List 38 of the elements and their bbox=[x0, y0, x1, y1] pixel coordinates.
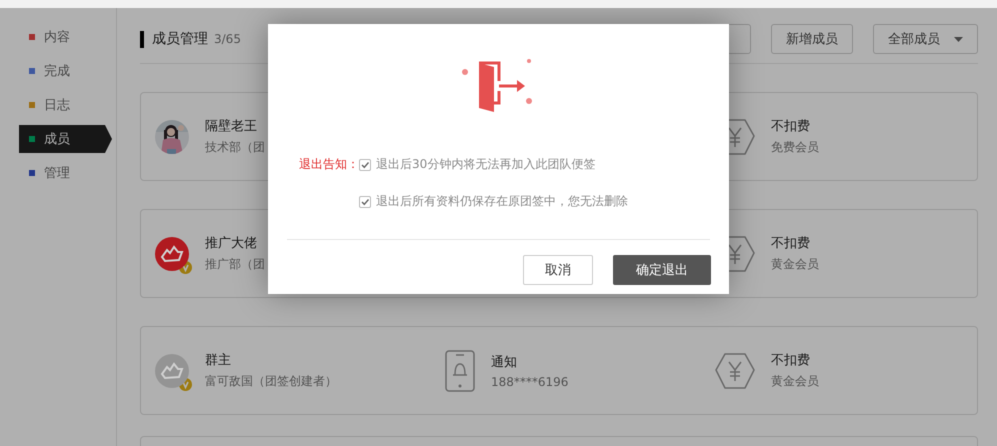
notice-label: 退出告知： bbox=[299, 156, 359, 173]
member-department: 推广部（团 bbox=[205, 256, 265, 273]
title-marker bbox=[140, 30, 144, 48]
sidebar-item[interactable]: 日志 bbox=[19, 91, 105, 119]
membership-label: 免费会员 bbox=[771, 139, 819, 156]
phone-number: 188****6196 bbox=[491, 374, 568, 388]
sidebar-label: 成员 bbox=[44, 131, 70, 148]
caret-icon bbox=[954, 36, 963, 42]
fee-label: 不扣费 bbox=[771, 235, 811, 252]
contact-label: 通知 bbox=[491, 354, 518, 370]
member-department: 富可敌国（团签创建者） bbox=[205, 373, 337, 390]
member-department: 技术部（团 bbox=[205, 139, 265, 156]
member-count: 3/65 bbox=[214, 32, 241, 46]
notice-text: 退出后所有资料仍保存在原团签中，您无法删除 bbox=[376, 193, 628, 210]
page-title: 成员管理 bbox=[152, 30, 208, 48]
notice-text: 退出后30分钟内将无法再加入此团队便签 bbox=[376, 156, 596, 173]
header-button[interactable]: 新增成员 bbox=[771, 24, 853, 54]
phone-bell-icon bbox=[445, 350, 475, 392]
confirm-exit-button[interactable]: 确定退出 bbox=[613, 255, 711, 285]
cancel-button[interactable]: 取消 bbox=[523, 255, 593, 285]
fee-label: 不扣费 bbox=[771, 118, 811, 135]
sidebar-label: 日志 bbox=[44, 97, 70, 114]
checkbox[interactable] bbox=[359, 158, 371, 170]
membership-label: 黄金会员 bbox=[771, 373, 819, 390]
member-filter-dropdown[interactable]: 全部成员 bbox=[873, 24, 978, 54]
sidebar-item[interactable]: 管理 bbox=[19, 159, 105, 187]
sidebar-label: 内容 bbox=[44, 29, 70, 46]
member-name: 隔壁老王 bbox=[205, 118, 258, 135]
sidebar-label: 管理 bbox=[44, 165, 70, 182]
member-name: 推广大佬 bbox=[205, 235, 258, 252]
membership-label: 黄金会员 bbox=[771, 256, 819, 273]
checkbox[interactable] bbox=[359, 196, 371, 208]
sidebar-item[interactable]: 完成 bbox=[19, 57, 105, 85]
sidebar-label: 完成 bbox=[44, 63, 70, 80]
fee-label: 不扣费 bbox=[771, 352, 811, 369]
yen-tag-icon bbox=[715, 352, 755, 388]
sidebar-item[interactable]: 内容 bbox=[19, 23, 105, 51]
member-name: 群主 bbox=[205, 352, 232, 369]
